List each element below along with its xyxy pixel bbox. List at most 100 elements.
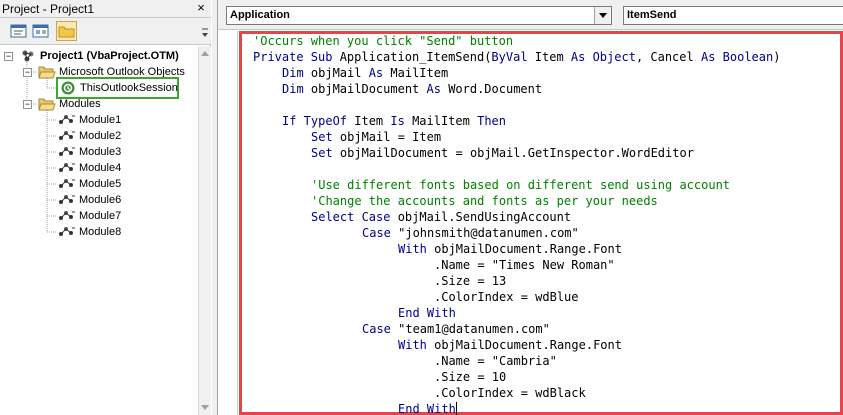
code-line[interactable]: Private Sub Application_ItemSend(ByVal I… (253, 49, 780, 65)
code-keyword: As Boolean (700, 50, 774, 64)
collapse-icon[interactable]: − (23, 68, 32, 77)
code-line[interactable]: 'Occurs when you click "Send" button (253, 33, 513, 49)
code-keyword: Case (362, 322, 399, 336)
tree-item-label: Module7 (79, 210, 122, 222)
text-cursor (455, 402, 457, 415)
collapse-icon[interactable]: − (23, 100, 32, 109)
tree-item-module[interactable]: Module7 (0, 208, 198, 224)
code-text: .Size = 10 (434, 370, 507, 384)
code-line[interactable]: End With (398, 305, 456, 321)
collapse-icon[interactable]: − (4, 52, 13, 61)
project-tree-scrollbar[interactable] (198, 46, 211, 415)
code-text: .ColorIndex = wdBlack (434, 386, 586, 400)
code-line[interactable]: Case "johnsmith@datanumen.com" (362, 225, 579, 241)
code-line[interactable]: End With (398, 401, 457, 415)
code-line[interactable]: .Size = 13 (434, 273, 506, 289)
project-tree: − Project1 (VbaProject.OTM) − Microsoft … (0, 46, 198, 415)
folder-open-icon (38, 98, 56, 111)
code-keyword: Dim (282, 82, 311, 96)
project-explorer-toolbar (0, 18, 211, 45)
code-keyword: With (398, 338, 435, 352)
procedure-dropdown[interactable]: ItemSend (623, 6, 843, 25)
tree-item-module[interactable]: Module3 (0, 144, 198, 160)
code-keyword: As Object (570, 50, 636, 64)
code-line[interactable]: With objMailDocument.Range.Font (398, 337, 622, 353)
code-keyword: Select Case (311, 210, 398, 224)
tree-item-module[interactable]: Module8 (0, 224, 198, 240)
code-line[interactable]: .Size = 10 (434, 369, 506, 385)
code-text: objMail.SendUsingAccount (397, 210, 572, 224)
code-text: "johnsmith@datanumen.com" (398, 226, 579, 240)
code-keyword: End With (398, 306, 456, 320)
code-keyword: Private Sub (253, 50, 340, 64)
code-keyword: As (426, 82, 449, 96)
tree-item-module[interactable]: Module2 (0, 128, 198, 144)
tree-item-label: Modules (59, 98, 101, 110)
code-text: ) (773, 50, 781, 64)
object-dropdown[interactable]: Application (226, 6, 612, 25)
code-line[interactable]: Case "team1@datanumen.com" (362, 321, 550, 337)
code-line[interactable]: If TypeOf Item Is MailItem Then (282, 113, 506, 129)
tree-item-project-root[interactable]: − Project1 (VbaProject.OTM) (0, 48, 198, 64)
code-window: Application ItemSend 'Occurs when you cl… (218, 0, 843, 415)
toggle-folders-button[interactable] (56, 21, 77, 41)
module-icon (59, 131, 75, 140)
tree-item-label: Module2 (79, 130, 122, 142)
tree-item-module[interactable]: Module6 (0, 192, 198, 208)
vba-project-icon (22, 50, 34, 62)
code-keyword: ByVal (491, 50, 535, 64)
module-icon (59, 211, 75, 220)
code-line[interactable]: Select Case objMail.SendUsingAccount (311, 209, 571, 225)
chevron-down-icon[interactable] (594, 7, 611, 24)
module-icon (59, 147, 75, 156)
code-text: .Name = "Times New Roman" (434, 258, 615, 272)
code-text: Word.Document (448, 82, 543, 96)
tree-item-label: Module1 (79, 114, 122, 126)
tree-item-module[interactable]: Module1 (0, 112, 198, 128)
tree-item-module[interactable]: Module5 (0, 176, 198, 192)
code-text: objMail (310, 66, 369, 80)
tree-item-modules-folder[interactable]: − Modules (0, 96, 198, 112)
code-line[interactable]: Set objMailDocument = objMail.GetInspect… (311, 145, 694, 161)
tree-item-label: Module8 (79, 226, 122, 238)
code-line[interactable]: .ColorIndex = wdBlue (434, 289, 579, 305)
code-line[interactable]: .ColorIndex = wdBlack (434, 385, 586, 401)
code-line[interactable]: Set objMail = Item (311, 129, 441, 145)
code-line[interactable]: 'Change the accounts and fonts as per yo… (311, 193, 658, 209)
code-line[interactable]: .Name = "Times New Roman" (434, 257, 615, 273)
object-dropdown-value: Application (230, 9, 290, 21)
close-icon[interactable]: × (193, 1, 209, 16)
code-text: .Size = 13 (434, 274, 507, 288)
code-text: "team1@datanumen.com" (398, 322, 550, 336)
scroll-up-icon[interactable] (201, 51, 209, 56)
tree-item-label: Module5 (79, 178, 122, 190)
code-line[interactable]: Dim objMail As MailItem (282, 65, 448, 81)
scroll-down-icon[interactable] (201, 405, 209, 410)
code-line[interactable]: With objMailDocument.Range.Font (398, 241, 622, 257)
code-line[interactable]: Dim objMailDocument As Word.Document (282, 81, 542, 97)
module-icon (59, 179, 75, 188)
procedure-dropdown-value: ItemSend (627, 9, 677, 21)
view-code-icon (10, 24, 27, 38)
project-explorer-title: Project - Project1 (2, 2, 95, 16)
tree-item-module[interactable]: Module4 (0, 160, 198, 176)
view-object-button[interactable] (30, 21, 51, 41)
code-line[interactable]: .Name = "Cambria" (434, 353, 557, 369)
code-margin-indicator-bar[interactable] (218, 31, 238, 415)
code-line[interactable]: 'Use different fonts based on different … (311, 177, 730, 193)
view-object-icon (32, 24, 49, 38)
code-text: MailItem (412, 114, 478, 128)
project-explorer-panel: Project - Project1 × − Project1 (VbaProj… (0, 0, 211, 415)
code-keyword: As (368, 66, 391, 80)
code-text: Item (354, 114, 391, 128)
code-window-header: Application ItemSend (218, 0, 843, 30)
view-code-button[interactable] (8, 21, 29, 41)
toolbar-overflow-icon[interactable] (201, 27, 209, 39)
code-text: objMailDocument.Range.Font (434, 242, 622, 256)
code-editor[interactable]: 'Occurs when you click "Send" button Priv… (218, 31, 843, 415)
module-icon (59, 115, 75, 124)
code-text: Item (534, 50, 571, 64)
tree-item-label: Module3 (79, 146, 122, 158)
code-comment: 'Change the accounts and fonts as per yo… (311, 194, 658, 208)
tree-item-label: ThisOutlookSession (80, 82, 178, 94)
